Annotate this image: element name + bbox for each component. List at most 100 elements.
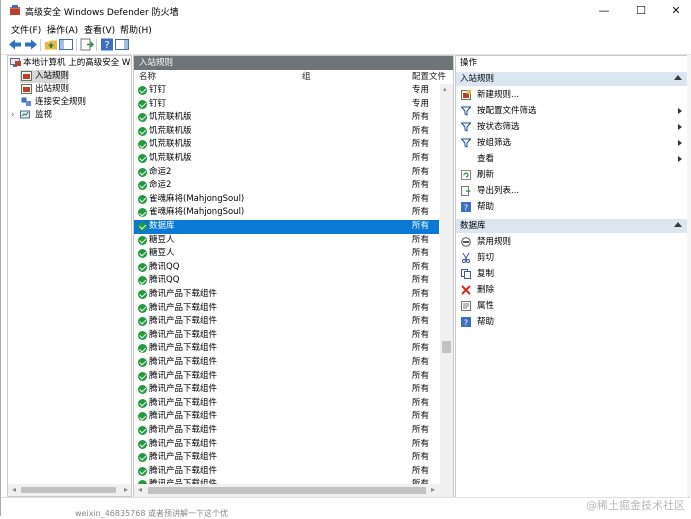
table-row[interactable]: 腾讯产品下载组件 所有	[134, 397, 439, 411]
action-pane-toggle-icon[interactable]	[115, 38, 129, 51]
actions-section-inbound[interactable]: 入站规则	[456, 72, 688, 86]
tree-root-label: 本地计算机 上的高级安全 Windows Defender	[23, 58, 131, 68]
action-item[interactable]: 导出列表...	[456, 183, 688, 199]
action-item[interactable]: ? 帮助	[456, 199, 688, 215]
rule-name: 钉钉	[149, 98, 167, 109]
rule-name: 腾讯产品下载组件	[149, 289, 218, 299]
table-row[interactable]: 命运2 所有	[134, 179, 439, 193]
table-row[interactable]: 腾讯产品下载组件 所有	[134, 451, 439, 465]
table-row[interactable]: 命运2 所有	[134, 166, 439, 180]
back-arrow-icon[interactable]	[8, 38, 22, 51]
actions-section-database[interactable]: 数据库	[456, 219, 688, 233]
collapse-caret-icon[interactable]	[674, 75, 682, 80]
firewall-app-icon	[10, 5, 20, 15]
rule-profile: 所有	[412, 438, 430, 449]
action-item[interactable]: 查看	[456, 151, 688, 167]
export-icon	[461, 186, 471, 196]
table-row[interactable]: 饥荒联机版 所有	[134, 138, 439, 152]
action-item[interactable]: 禁用规则	[456, 234, 688, 250]
table-row[interactable]: 腾讯产品下载组件 所有	[134, 315, 439, 329]
action-item[interactable]: ? 帮助	[456, 314, 688, 330]
action-item[interactable]: 属性	[456, 298, 688, 314]
rule-enabled-check-icon	[138, 86, 147, 95]
rule-enabled-check-icon	[138, 290, 147, 299]
scroll-right-arrow-icon[interactable]: ▸	[124, 486, 128, 494]
table-row[interactable]: 腾讯产品下载组件 所有	[134, 383, 439, 397]
scroll-right-arrow-icon[interactable]: ▸	[431, 486, 435, 494]
rule-enabled-check-icon	[138, 317, 147, 327]
rule-name: 饥荒联机版	[149, 125, 192, 136]
column-header-name[interactable]: 名称	[139, 71, 156, 84]
action-item[interactable]: 按状态筛选	[456, 119, 688, 135]
menu-file[interactable]: 文件(F)	[11, 23, 41, 36]
table-row[interactable]: 腾讯产品下载组件 所有	[134, 438, 439, 452]
menu-help[interactable]: 帮助(H)	[120, 23, 152, 36]
table-row[interactable]: 腾讯产品下载组件 所有	[134, 302, 439, 316]
menu-action[interactable]: 操作(A)	[47, 23, 78, 36]
table-row[interactable]: 腾讯产品下载组件 所有	[134, 329, 439, 343]
table-row[interactable]: 钉钉 专用	[134, 84, 439, 98]
table-row[interactable]: 腾讯产品下载组件 所有	[134, 356, 439, 370]
action-item[interactable]: 剪切	[456, 250, 688, 266]
table-row[interactable]: 饥荒联机版 所有	[134, 152, 439, 166]
scroll-up-arrow-icon[interactable]: ▴	[443, 85, 447, 93]
column-header-profile[interactable]: 配置文件	[412, 71, 446, 84]
column-header-group[interactable]: 组	[302, 71, 311, 84]
rule-profile: 所有	[412, 207, 430, 218]
tree-item-label: 连接安全规则	[35, 97, 87, 107]
export-list-icon[interactable]	[80, 38, 94, 51]
table-row[interactable]: 雀魂麻将(MahjongSoul) 所有	[134, 193, 439, 207]
rules-vertical-scrollbar[interactable]: ▴	[440, 84, 453, 484]
close-button[interactable]: ✕	[660, 0, 691, 22]
table-row[interactable]: 饥荒联机版 所有	[134, 111, 439, 125]
maximize-button[interactable]: ☐	[625, 0, 657, 22]
action-item[interactable]: 按组筛选	[456, 135, 688, 151]
table-row[interactable]: 腾讯产品下载组件 所有	[134, 342, 439, 356]
action-item[interactable]: 复制	[456, 266, 688, 282]
rule-profile: 所有	[412, 357, 430, 367]
tree-horizontal-scrollbar[interactable]: ◂ ▸	[7, 484, 132, 497]
help-icon[interactable]: ?	[100, 38, 114, 51]
section-label: 数据库	[460, 221, 486, 231]
forward-arrow-icon[interactable]	[24, 38, 38, 51]
table-row[interactable]: 钉钉 专用	[134, 98, 439, 112]
tree-item-inbound-rules[interactable]: 入站规则	[20, 70, 69, 83]
scroll-thumb[interactable]	[21, 487, 116, 493]
minimize-button[interactable]: —	[588, 0, 620, 22]
rule-name: 腾讯产品下载组件	[149, 452, 218, 463]
menu-view[interactable]: 查看(V)	[84, 23, 115, 36]
scroll-left-arrow-icon[interactable]: ◂	[12, 486, 16, 494]
monitoring-icon	[20, 110, 30, 119]
table-row[interactable]: 腾讯QQ 所有	[134, 274, 439, 288]
table-row[interactable]: 糖豆人 所有	[134, 234, 439, 248]
scroll-thumb[interactable]	[442, 341, 451, 353]
rule-enabled-check-icon	[138, 371, 147, 381]
up-folder-icon[interactable]	[44, 38, 58, 51]
rule-profile: 所有	[412, 397, 430, 408]
table-row[interactable]: 雀魂麻将(MahjongSoul) 所有	[134, 206, 439, 220]
table-row[interactable]: 饥荒联机版 所有	[134, 125, 439, 139]
rule-name: 腾讯产品下载组件	[149, 425, 218, 435]
action-item[interactable]: 新建规则...	[456, 87, 688, 103]
scroll-thumb[interactable]	[148, 487, 426, 494]
table-row[interactable]: 腾讯产品下载组件 所有	[134, 465, 439, 479]
rules-horizontal-scrollbar[interactable]: ◂ ▸	[134, 484, 453, 497]
collapse-caret-icon[interactable]	[674, 222, 682, 227]
action-item[interactable]: 刷新	[456, 167, 688, 183]
rule-profile: 所有	[412, 221, 430, 231]
table-row[interactable]: 腾讯产品下载组件 所有	[134, 410, 439, 424]
table-row[interactable]: 数据库 所有	[134, 220, 439, 234]
rule-name: 腾讯产品下载组件	[149, 370, 218, 381]
table-row[interactable]: 腾讯产品下载组件 所有	[134, 424, 439, 438]
table-row[interactable]: 腾讯产品下载组件 所有	[134, 288, 439, 302]
scroll-left-arrow-icon[interactable]: ◂	[138, 486, 142, 494]
show-hide-tree-icon[interactable]	[59, 38, 73, 51]
rule-profile: 所有	[412, 329, 430, 340]
delete-icon	[461, 285, 471, 295]
table-row[interactable]: 糖豆人 所有	[134, 247, 439, 261]
table-row[interactable]: 腾讯产品下载组件 所有	[134, 370, 439, 384]
action-item[interactable]: 按配置文件筛选	[456, 103, 688, 119]
action-item[interactable]: 删除	[456, 282, 688, 298]
table-row[interactable]: 腾讯QQ 所有	[134, 261, 439, 275]
expand-chevron-icon[interactable]: ›	[11, 109, 14, 122]
